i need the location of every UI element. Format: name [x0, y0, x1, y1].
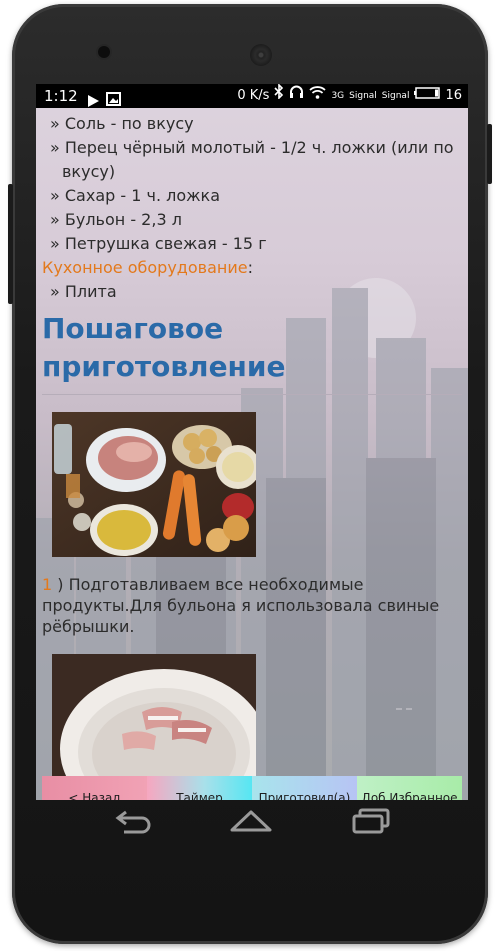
step-1-line-2: продукты.Для бульона я использовала свин…: [42, 596, 440, 615]
navigation-bar: [36, 800, 468, 844]
step-separator: ): [52, 575, 69, 594]
step-number: 1: [42, 575, 53, 594]
signal-label-2: Signal: [381, 91, 410, 101]
battery-level: 16: [445, 88, 462, 103]
battery-icon: [414, 84, 441, 108]
equipment-heading: Кухонное оборудование:: [42, 256, 253, 280]
net-speed: 0 K/s: [237, 88, 270, 103]
action-bar: < Назад Таймер Приготовил(а) Доб.Избранн…: [42, 776, 462, 800]
bluetooth-icon: [274, 84, 284, 108]
equipment-item: » Плита: [50, 282, 117, 301]
status-time: 1:12: [44, 87, 78, 105]
ingredient-item-continuation: вкусу): [62, 162, 116, 181]
divider: [42, 394, 462, 395]
home-icon[interactable]: [228, 806, 274, 840]
headset-icon: [289, 84, 304, 108]
back-button[interactable]: < Назад: [42, 776, 147, 800]
status-bar: 1:12 0 K/s 3G Signal Signal 16: [36, 84, 468, 108]
add-favorite-button[interactable]: Доб.Избранное: [357, 776, 462, 800]
ingredient-item: » Сахар - 1 ч. ложка: [50, 186, 221, 205]
status-icons: 0 K/s 3G Signal Signal 16: [237, 84, 462, 108]
section-title: Пошаговое приготовление: [42, 310, 462, 386]
step-1-line-1: 1 ) Подготавливаем все необходимые: [42, 574, 462, 595]
ingredient-item: » Соль - по вкусу: [50, 114, 194, 133]
signal-label-1: Signal: [349, 91, 377, 101]
step-1-photo: [52, 412, 256, 557]
wifi-icon: [309, 84, 327, 108]
screen: 1:12 0 K/s 3G Signal Signal 16 » Соль - …: [36, 84, 468, 800]
recent-apps-icon[interactable]: [350, 806, 394, 840]
equipment-colon: :: [247, 258, 253, 277]
recipe-content[interactable]: » Соль - по вкусу » Перец чёрный молотый…: [36, 108, 468, 800]
section-title-line-1: Пошаговое: [42, 312, 224, 345]
section-title-line-2: приготовление: [42, 350, 286, 383]
step-description: Подготавливаем все необходимые: [68, 575, 364, 594]
ingredient-item: » Петрушка свежая - 15 г: [50, 234, 267, 253]
equipment-label: Кухонное оборудование: [42, 258, 248, 277]
earpiece-speaker: [250, 44, 272, 66]
cooked-button[interactable]: Приготовил(а): [252, 776, 357, 800]
ingredient-list: » Соль - по вкусу » Перец чёрный молотый…: [50, 112, 468, 256]
step-1-line-3: рёбрышки.: [42, 617, 135, 636]
step-1-text: 1 ) Подготавливаем все необходимые проду…: [42, 574, 462, 637]
ingredient-item: » Бульон - 2,3 л: [50, 210, 182, 229]
network-type: 3G: [331, 91, 345, 101]
timer-button[interactable]: Таймер: [147, 776, 252, 800]
volume-button: [8, 184, 13, 304]
power-button: [487, 124, 492, 184]
ingredient-item: » Перец чёрный молотый - 1/2 ч. ложки (и…: [50, 138, 454, 157]
back-arrow-icon[interactable]: [112, 806, 154, 840]
front-camera: [98, 46, 110, 58]
